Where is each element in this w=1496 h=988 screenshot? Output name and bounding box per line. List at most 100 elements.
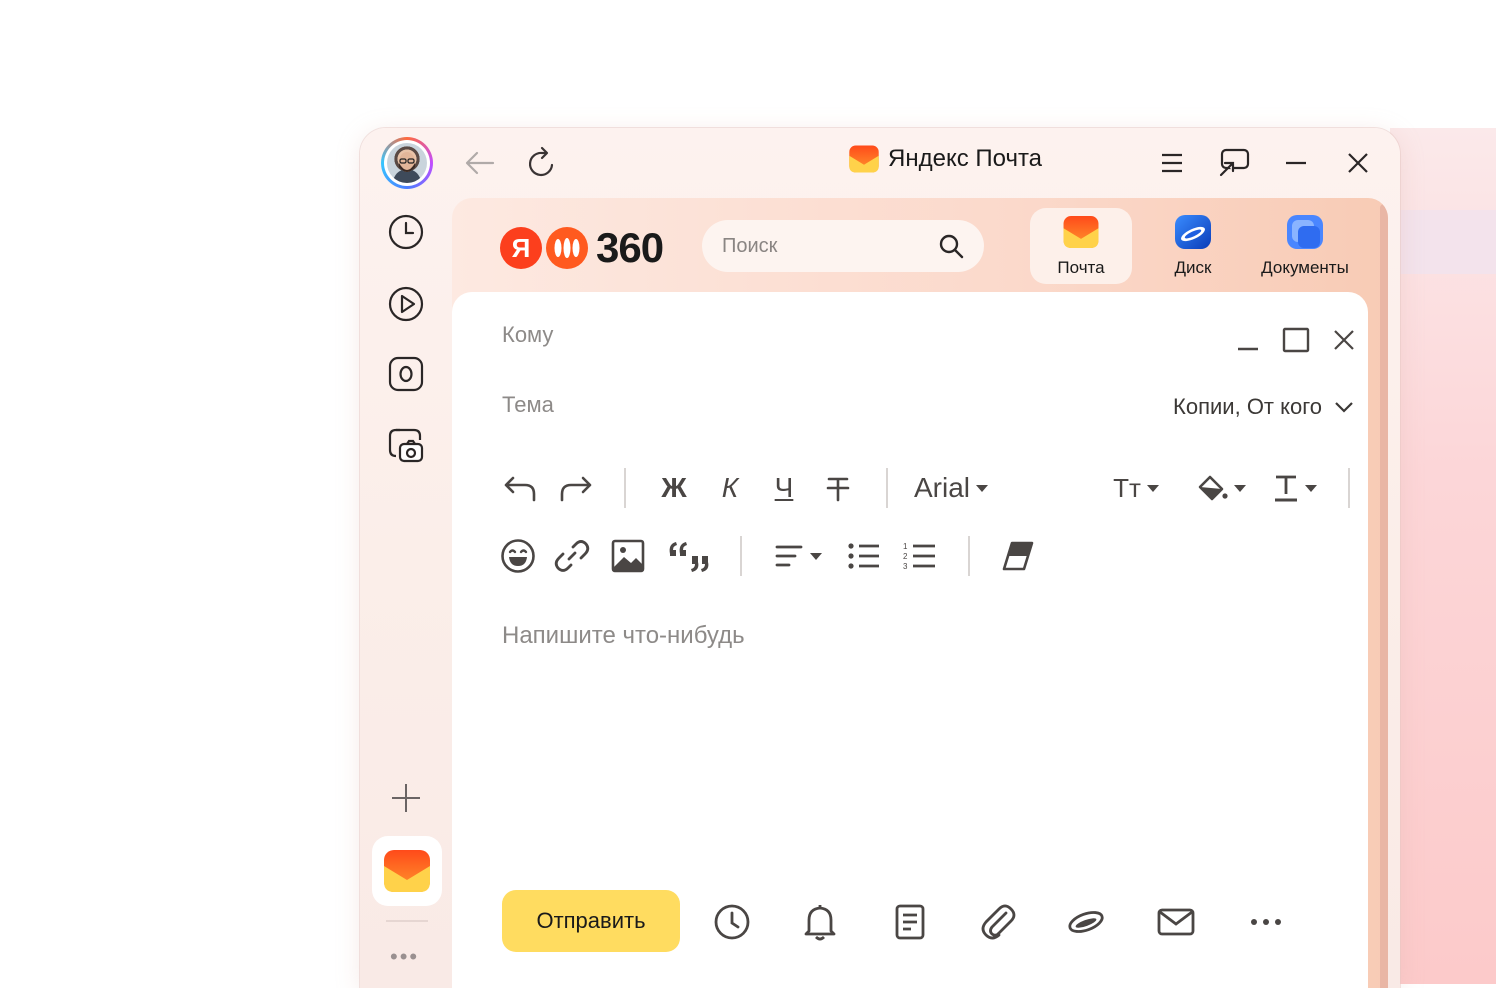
page-content: Я 360 Почта Диск Документы Кому — [452, 198, 1388, 988]
add-icon[interactable] — [386, 778, 426, 818]
browser-topbar: Яндекс Почта — [452, 128, 1400, 198]
italic-button[interactable]: К — [708, 468, 752, 508]
bold-button[interactable]: Ж — [652, 468, 696, 508]
text-size-select[interactable]: Тт — [1106, 468, 1166, 508]
avatar[interactable] — [381, 137, 433, 189]
search-input[interactable] — [722, 234, 922, 258]
eraser-icon[interactable] — [998, 536, 1038, 576]
reload-icon[interactable] — [522, 143, 562, 183]
service-documents[interactable]: Документы — [1254, 208, 1356, 284]
background-panel — [1390, 128, 1496, 984]
template-icon[interactable] — [888, 900, 932, 944]
window-title: Яндекс Почта — [848, 144, 1042, 174]
rail-more-icon[interactable]: ••• — [390, 944, 419, 970]
font-select-value: Arial — [914, 472, 971, 503]
rail-mail-app[interactable] — [372, 836, 442, 906]
pin-window-icon[interactable] — [1214, 143, 1254, 183]
redo-icon[interactable] — [556, 468, 596, 508]
toolbar-divider — [624, 468, 626, 508]
compose-minimize-icon[interactable] — [1228, 320, 1268, 360]
text-color-select[interactable] — [1270, 468, 1320, 508]
font-select[interactable]: Arial — [914, 468, 1004, 508]
search-icon[interactable] — [938, 233, 964, 259]
background-strip — [1390, 210, 1496, 274]
caret-down-icon — [1234, 484, 1246, 492]
caret-down-icon — [976, 484, 989, 492]
compose-maximize-icon[interactable] — [1276, 320, 1316, 360]
compose-close-icon[interactable] — [1324, 320, 1364, 360]
service-disk[interactable]: Диск — [1142, 208, 1244, 284]
logo-number: 360 — [596, 224, 664, 271]
scrollbar[interactable] — [1380, 204, 1388, 988]
service-mail-label: Почта — [1057, 258, 1105, 277]
more-options-icon[interactable] — [1244, 900, 1288, 944]
service-documents-label: Документы — [1261, 258, 1349, 277]
documents-icon — [1287, 215, 1323, 249]
avatar-photo — [387, 143, 427, 183]
attach-icon[interactable] — [976, 900, 1020, 944]
minimize-window-icon[interactable] — [1276, 143, 1316, 183]
rail-divider — [386, 920, 428, 922]
body-editor[interactable]: Напишите что-нибудь — [502, 622, 745, 650]
left-rail: ••• — [360, 128, 452, 988]
svg-text:2: 2 — [903, 552, 908, 561]
copies-label: Копии, От кого — [1173, 394, 1322, 419]
image-icon[interactable] — [608, 536, 648, 576]
strikethrough-icon[interactable] — [816, 468, 860, 508]
numbered-list-icon[interactable]: 123 — [900, 536, 940, 576]
subject-field[interactable]: Тема — [502, 392, 554, 418]
compose-panel: Кому Тема Копии, От кого Ж К Ч Arial Тт … — [452, 292, 1368, 988]
text-color-icon — [1275, 475, 1297, 502]
underline-button[interactable]: Ч — [762, 468, 806, 508]
send-button[interactable]: Отправить — [502, 890, 680, 952]
undo-icon[interactable] — [500, 468, 540, 508]
align-select[interactable] — [770, 536, 826, 576]
align-left-icon — [775, 545, 803, 567]
text-size-label: Тт — [1113, 472, 1141, 503]
toolbar-divider — [886, 468, 888, 508]
toolbar-divider — [968, 536, 970, 576]
history-icon[interactable] — [386, 212, 426, 252]
yandex360-logo[interactable]: Я 360 — [500, 224, 664, 272]
search-box[interactable] — [702, 220, 984, 272]
counter-icon[interactable] — [386, 354, 426, 394]
toolbar-divider — [1348, 468, 1350, 508]
reminder-bell-icon[interactable] — [798, 900, 842, 944]
menu-icon[interactable] — [1152, 143, 1192, 183]
bullet-list-icon[interactable] — [844, 536, 884, 576]
mail-icon — [384, 850, 430, 892]
italic-label: К — [721, 472, 739, 503]
caret-down-icon — [810, 552, 822, 560]
mail-logo-icon — [849, 145, 879, 173]
envelope-icon[interactable] — [1154, 900, 1198, 944]
to-field[interactable]: Кому — [502, 322, 553, 348]
browser-window: ••• Яндекс Почта Я 360 Поиск Почта Диск … — [360, 128, 1400, 988]
quote-icon[interactable] — [664, 536, 714, 576]
bold-label: Ж — [661, 472, 687, 503]
close-window-icon[interactable] — [1338, 143, 1378, 183]
disk-attach-icon[interactable] — [1064, 900, 1108, 944]
chevron-down-icon — [1335, 402, 1353, 413]
mail-icon — [1063, 216, 1099, 248]
play-icon[interactable] — [386, 284, 426, 324]
logo-ya-circle: Я — [500, 227, 542, 269]
svg-text:3: 3 — [903, 562, 908, 571]
caret-down-icon — [1305, 484, 1317, 492]
disk-icon — [1175, 215, 1211, 249]
caret-down-icon — [1146, 484, 1159, 492]
logo-360-circle-icon — [546, 227, 588, 269]
back-arrow-icon[interactable] — [460, 143, 500, 183]
link-icon[interactable] — [552, 536, 592, 576]
toolbar-divider — [740, 536, 742, 576]
service-mail[interactable]: Почта — [1030, 208, 1132, 284]
service-disk-label: Диск — [1174, 258, 1212, 277]
paint-bucket-icon — [1198, 475, 1228, 501]
fill-color-select[interactable] — [1192, 468, 1250, 508]
emoji-icon[interactable] — [498, 536, 538, 576]
screenshot-icon[interactable] — [386, 426, 426, 466]
schedule-icon[interactable] — [710, 900, 754, 944]
window-title-text: Яндекс Почта — [888, 145, 1043, 172]
svg-text:1: 1 — [903, 542, 908, 551]
underline-label: Ч — [774, 472, 794, 503]
copies-toggle[interactable]: Копии, От кого — [1173, 394, 1354, 420]
